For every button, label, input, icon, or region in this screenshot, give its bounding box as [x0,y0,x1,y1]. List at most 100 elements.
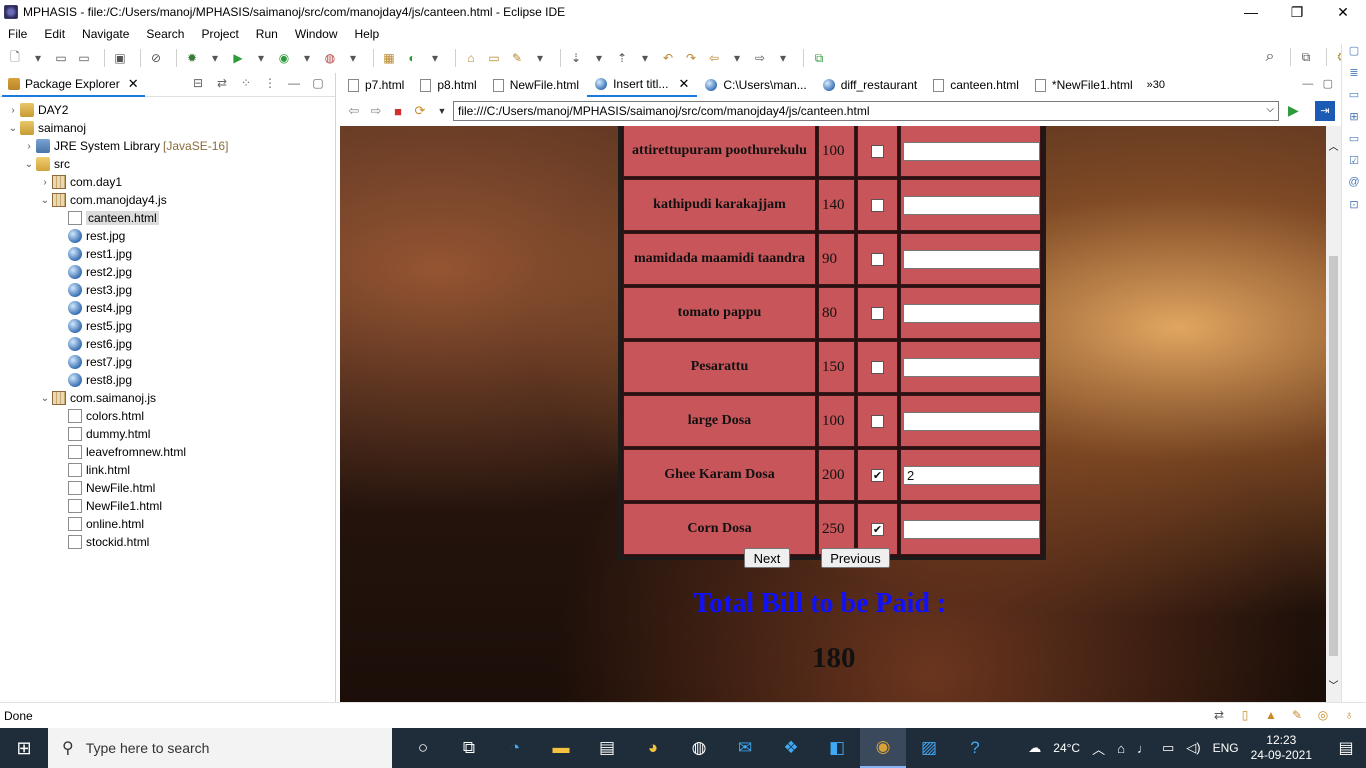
item-checkbox[interactable] [871,306,884,320]
item-checkbox[interactable] [871,360,884,374]
quantity-input[interactable] [903,303,1040,323]
last-edit-icon[interactable]: ↶ [659,49,677,67]
forward-edit-icon[interactable]: ↷ [682,49,700,67]
tree-item[interactable]: rest3.jpg [0,281,335,299]
tree-item[interactable]: rest.jpg [0,227,335,245]
learn-icon[interactable]: ▲ [1262,708,1280,722]
github-icon[interactable]: ◍ [676,728,722,768]
tree-item[interactable]: colors.html [0,407,335,425]
editor-tab[interactable]: canteen.html [925,73,1027,97]
quantity-input[interactable] [903,519,1040,539]
editor-tab[interactable]: NewFile.html [485,73,587,97]
dropdown-icon[interactable]: ▾ [774,49,792,67]
chevron-down-icon[interactable]: ⌵ [1266,104,1274,115]
tree-item[interactable]: rest4.jpg [0,299,335,317]
battery-icon[interactable]: ▭ [1162,740,1174,756]
item-checkbox[interactable] [871,144,884,158]
tree-item[interactable]: rest2.jpg [0,263,335,281]
menu-help[interactable]: Help [347,27,389,41]
editor-tab[interactable]: p7.html [340,73,412,97]
save-icon[interactable]: ▭ [52,49,70,67]
close-window-button[interactable]: ✕ [1320,0,1366,24]
tree-item[interactable]: rest7.jpg [0,353,335,371]
quantity-input[interactable] [903,411,1040,431]
pin-editor-icon[interactable]: ⧉ [810,49,828,67]
book-icon[interactable]: ▯ [1236,708,1254,722]
open-type-icon[interactable]: ⌂ [462,49,480,67]
package-explorer-tab[interactable]: Package Explorer ✕ [2,73,145,97]
tip-icon[interactable]: ◎ [1314,708,1332,722]
tree-item[interactable]: NewFile.html [0,479,335,497]
quantity-input[interactable] [903,357,1040,377]
microphone-icon[interactable]: ♩ [1137,741,1150,756]
dropdown-icon[interactable]: ▾ [206,49,224,67]
expand-toggle-icon[interactable]: ⌄ [38,393,52,404]
task-view-icon[interactable]: ⧉ [446,728,492,768]
forward-icon[interactable]: ⇨ [751,49,769,67]
editor-tab[interactable]: Insert titl... ✕ [587,73,698,97]
expand-toggle-icon[interactable]: › [38,177,52,188]
store-icon[interactable]: ▤ [584,728,630,768]
minimize-editor-icon[interactable]: — [1302,78,1313,90]
edge-icon[interactable]: ◔ [492,728,538,768]
network-icon[interactable]: ⌂ [1117,741,1125,756]
view-menu-icon[interactable]: ⋮ [261,76,279,90]
outline-icon[interactable]: ≣ [1342,66,1366,88]
tree-item[interactable]: › com.day1 [0,173,335,191]
eclipse-taskbar-icon[interactable]: ◉ [860,728,906,768]
restore-button[interactable]: ❐ [1274,0,1320,24]
menu-navigate[interactable]: Navigate [74,27,138,41]
hierarchy-icon[interactable]: ⊞ [1342,110,1366,132]
tree-item[interactable]: ⌄ saimanoj [0,119,335,137]
quantity-input[interactable]: 2 [903,465,1040,485]
dropdown-icon[interactable]: ▾ [636,49,654,67]
menu-project[interactable]: Project [193,27,247,41]
refresh-icon[interactable]: ⟳ [410,103,430,119]
mail-icon[interactable]: ✉ [722,728,768,768]
new-package-icon[interactable]: ▦ [380,49,398,67]
weather-icon[interactable]: ☁ [1028,740,1041,756]
new-class-icon[interactable]: ◐ [403,49,421,67]
filter-icon[interactable]: ⁘ [237,76,255,90]
quantity-input[interactable] [903,249,1040,269]
tree-item[interactable]: rest1.jpg [0,245,335,263]
wand-icon[interactable]: ✎ [1288,708,1306,722]
tree-item[interactable]: ⌄ com.manojday4.js [0,191,335,209]
editor-tab[interactable]: p8.html [412,73,484,97]
maximize-editor-icon[interactable]: ▢ [1323,78,1333,90]
back-arrow-icon[interactable]: ⇦ [344,103,364,119]
restore-icon[interactable]: ▭ [1342,132,1366,154]
expand-toggle-icon[interactable]: › [22,141,36,152]
tree-item[interactable]: ⌄ com.saimanoj.js [0,389,335,407]
language-indicator[interactable]: ENG [1213,741,1239,755]
open-folder-icon[interactable]: ▭ [485,49,503,67]
dropdown-icon[interactable]: ▾ [728,49,746,67]
next-button[interactable]: Next [744,548,790,568]
new-wizard-icon[interactable]: 🗋 [6,49,24,67]
tree-item[interactable]: NewFile1.html [0,497,335,515]
help-icon[interactable]: ? [952,728,998,768]
link-editor-icon[interactable]: ⇄ [213,76,231,90]
tree-item[interactable]: online.html [0,515,335,533]
quantity-input[interactable] [903,195,1040,215]
dropdown-icon[interactable]: ▾ [531,49,549,67]
dropdown-icon[interactable]: ▾ [29,49,47,67]
taskbar-search-box[interactable]: ⚲ Type here to search [48,728,392,768]
item-checkbox[interactable]: ✔ [871,522,884,536]
previous-button[interactable]: Previous [821,548,890,568]
tree-item[interactable]: rest6.jpg [0,335,335,353]
vscode-icon[interactable]: ◧ [814,728,860,768]
dropdown-icon[interactable]: ▾ [590,49,608,67]
javadoc-icon[interactable]: @ [1342,176,1366,198]
maximize-view-icon[interactable]: ▢ [309,76,327,90]
editor-tab[interactable]: C:\Users\man... [697,73,814,97]
lightbulb-icon[interactable]: ♁ [1340,708,1358,722]
collapse-all-icon[interactable]: ⊟ [189,76,207,90]
search-tool-icon[interactable]: ✎ [508,49,526,67]
menu-run[interactable]: Run [248,27,287,41]
menu-window[interactable]: Window [287,27,347,41]
declaration-icon[interactable]: ⊡ [1342,198,1366,220]
file-explorer-icon[interactable]: ▬ [538,728,584,768]
dropdown-icon[interactable]: ▾ [252,49,270,67]
minimize-view-icon[interactable]: — [285,76,303,90]
